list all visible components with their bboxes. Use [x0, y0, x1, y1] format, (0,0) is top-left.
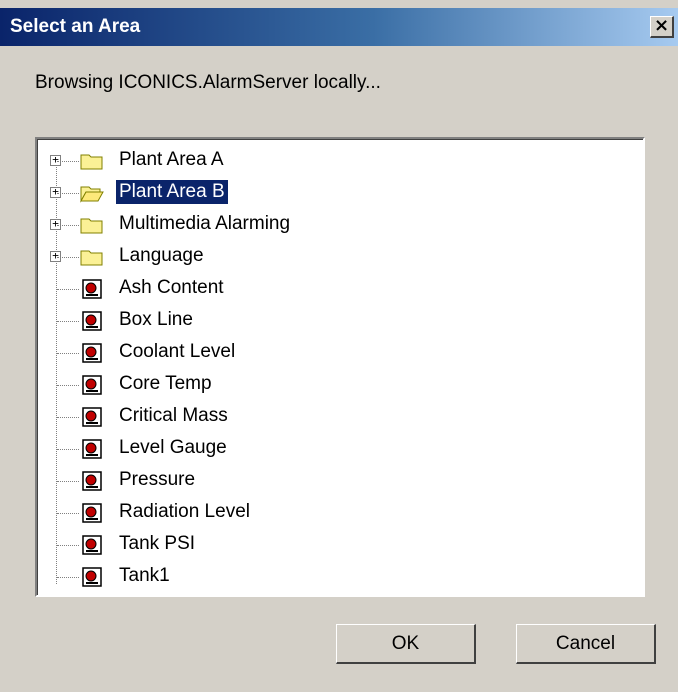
- dialog-title: Select an Area: [10, 16, 141, 37]
- tree-item-label[interactable]: Tank1: [116, 564, 173, 588]
- tree-item-tag[interactable]: Ash Content: [38, 274, 598, 306]
- alarm-tag-icon: [82, 407, 102, 427]
- tree-item-label[interactable]: Language: [116, 244, 207, 268]
- tree-item-area[interactable]: + Plant Area A: [38, 146, 598, 178]
- tree-item-label[interactable]: Core Temp: [116, 372, 215, 396]
- tree-item-label[interactable]: Critical Mass: [116, 404, 231, 428]
- folder-icon: [80, 154, 103, 170]
- tree-item-label[interactable]: Multimedia Alarming: [116, 212, 293, 236]
- tree-item-tag[interactable]: Tank1: [38, 562, 598, 594]
- tree-item-label[interactable]: Plant Area A: [116, 148, 227, 172]
- status-text: Browsing ICONICS.AlarmServer locally...: [35, 72, 381, 93]
- tree-item-label[interactable]: Box Line: [116, 308, 196, 332]
- tree-item-tag[interactable]: Core Temp: [38, 370, 598, 402]
- select-area-dialog: Select an Area × Browsing ICONICS.AlarmS…: [0, 0, 678, 692]
- title-bar[interactable]: Select an Area ×: [0, 8, 678, 46]
- tree-item-label[interactable]: Pressure: [116, 468, 198, 492]
- tree-item-tag[interactable]: Level Gauge: [38, 434, 598, 466]
- close-button[interactable]: ×: [650, 16, 674, 38]
- alarm-tag-icon: [82, 279, 102, 299]
- tree-item-area-selected[interactable]: + Plant Area B: [38, 178, 598, 210]
- tree-item-tag[interactable]: Tank PSI: [38, 530, 598, 562]
- tree-item-area[interactable]: + Multimedia Alarming: [38, 210, 598, 242]
- tree-item-label[interactable]: Radiation Level: [116, 500, 253, 524]
- alarm-tag-icon: [82, 343, 102, 363]
- tree-item-tag[interactable]: Coolant Level: [38, 338, 598, 370]
- tree-item-tag[interactable]: Critical Mass: [38, 402, 598, 434]
- area-tree[interactable]: + Plant Area A + Plant Area B + Multimed…: [35, 137, 645, 597]
- folder-icon: [80, 218, 103, 234]
- cancel-button[interactable]: Cancel: [516, 624, 656, 664]
- alarm-tag-icon: [82, 567, 102, 587]
- alarm-tag-icon: [82, 471, 102, 491]
- tree-item-tag[interactable]: Pressure: [38, 466, 598, 498]
- tree-item-tag[interactable]: Radiation Level: [38, 498, 598, 530]
- tree-item-tag[interactable]: Box Line: [38, 306, 598, 338]
- alarm-tag-icon: [82, 535, 102, 555]
- alarm-tag-icon: [82, 311, 102, 331]
- alarm-tag-icon: [82, 439, 102, 459]
- tree-item-label[interactable]: Plant Area B: [116, 180, 228, 204]
- tree-item-area[interactable]: + Language: [38, 242, 598, 274]
- alarm-tag-icon: [82, 375, 102, 395]
- tree-item-label[interactable]: Level Gauge: [116, 436, 230, 460]
- tree-item-label[interactable]: Tank PSI: [116, 532, 198, 556]
- alarm-tag-icon: [82, 503, 102, 523]
- folder-icon: [80, 250, 103, 266]
- folder-open-icon: [80, 186, 104, 203]
- ok-button[interactable]: OK: [336, 624, 476, 664]
- tree-item-label[interactable]: Coolant Level: [116, 340, 238, 364]
- tree-item-label[interactable]: Ash Content: [116, 276, 227, 300]
